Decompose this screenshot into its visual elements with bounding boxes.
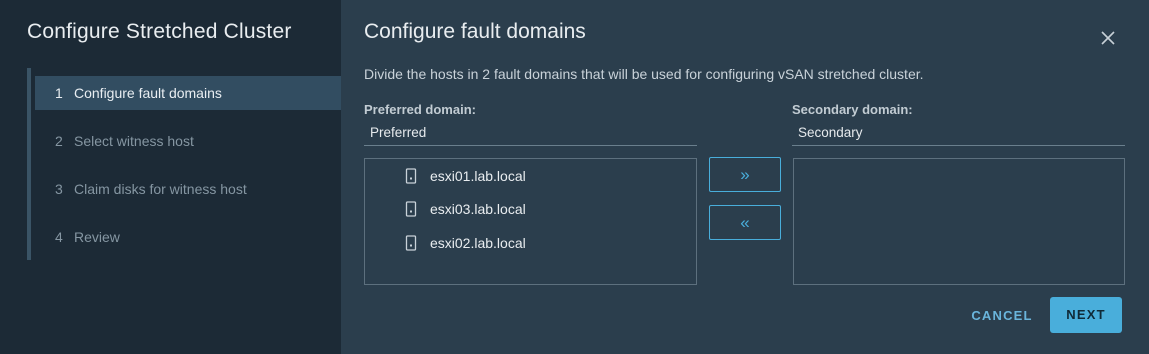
secondary-hosts-list[interactable] [793, 158, 1125, 285]
step-number: 1 [55, 85, 63, 101]
configure-stretched-cluster-dialog: Configure Stretched Cluster 1 Configure f… [0, 0, 1149, 354]
wizard-title: Configure Stretched Cluster [27, 20, 292, 43]
cancel-button[interactable]: CANCEL [952, 298, 1052, 333]
move-to-secondary-button[interactable]: » [709, 157, 781, 192]
step-label: Claim disks for witness host [74, 181, 247, 197]
host-item[interactable]: esxi02.lab.local [405, 233, 555, 253]
step-number: 2 [55, 133, 63, 149]
wizard-steps: 1 Configure fault domains 2 Select witness… [27, 68, 345, 260]
preferred-domain-label: Preferred domain: [364, 102, 476, 117]
host-item[interactable]: esxi03.lab.local [405, 199, 555, 219]
step-label: Review [74, 229, 120, 245]
preferred-hosts-list: esxi01.lab.local esxi03.lab.local esxi02… [364, 158, 697, 285]
step-label: Configure fault domains [74, 85, 222, 101]
wizard-content: Configure fault domains Divide the hosts… [341, 0, 1149, 354]
step-number: 3 [55, 181, 63, 197]
step-select-witness-host[interactable]: 2 Select witness host [35, 124, 345, 158]
server-icon [405, 235, 417, 251]
page-title: Configure fault domains [364, 20, 586, 43]
host-name: esxi03.lab.local [430, 201, 526, 217]
secondary-domain-label: Secondary domain: [792, 102, 913, 117]
host-name: esxi02.lab.local [430, 235, 526, 251]
close-icon[interactable] [1098, 28, 1118, 48]
host-name: esxi01.lab.local [430, 168, 526, 184]
server-icon [405, 168, 417, 184]
step-review[interactable]: 4 Review [35, 220, 345, 254]
step-number: 4 [55, 229, 63, 245]
step-claim-disks[interactable]: 3 Claim disks for witness host [35, 172, 345, 206]
host-item[interactable]: esxi01.lab.local [405, 166, 555, 186]
step-configure-fault-domains[interactable]: 1 Configure fault domains [35, 76, 345, 110]
step-label: Select witness host [74, 133, 194, 149]
page-description: Divide the hosts in 2 fault domains that… [364, 66, 924, 82]
move-to-preferred-button[interactable]: « [709, 205, 781, 240]
next-button[interactable]: NEXT [1050, 297, 1122, 333]
secondary-domain-name-input[interactable]: Secondary [792, 122, 1125, 146]
preferred-domain-name-input[interactable]: Preferred [364, 122, 697, 146]
server-icon [405, 201, 417, 217]
wizard-sidebar: Configure Stretched Cluster 1 Configure f… [0, 0, 345, 354]
